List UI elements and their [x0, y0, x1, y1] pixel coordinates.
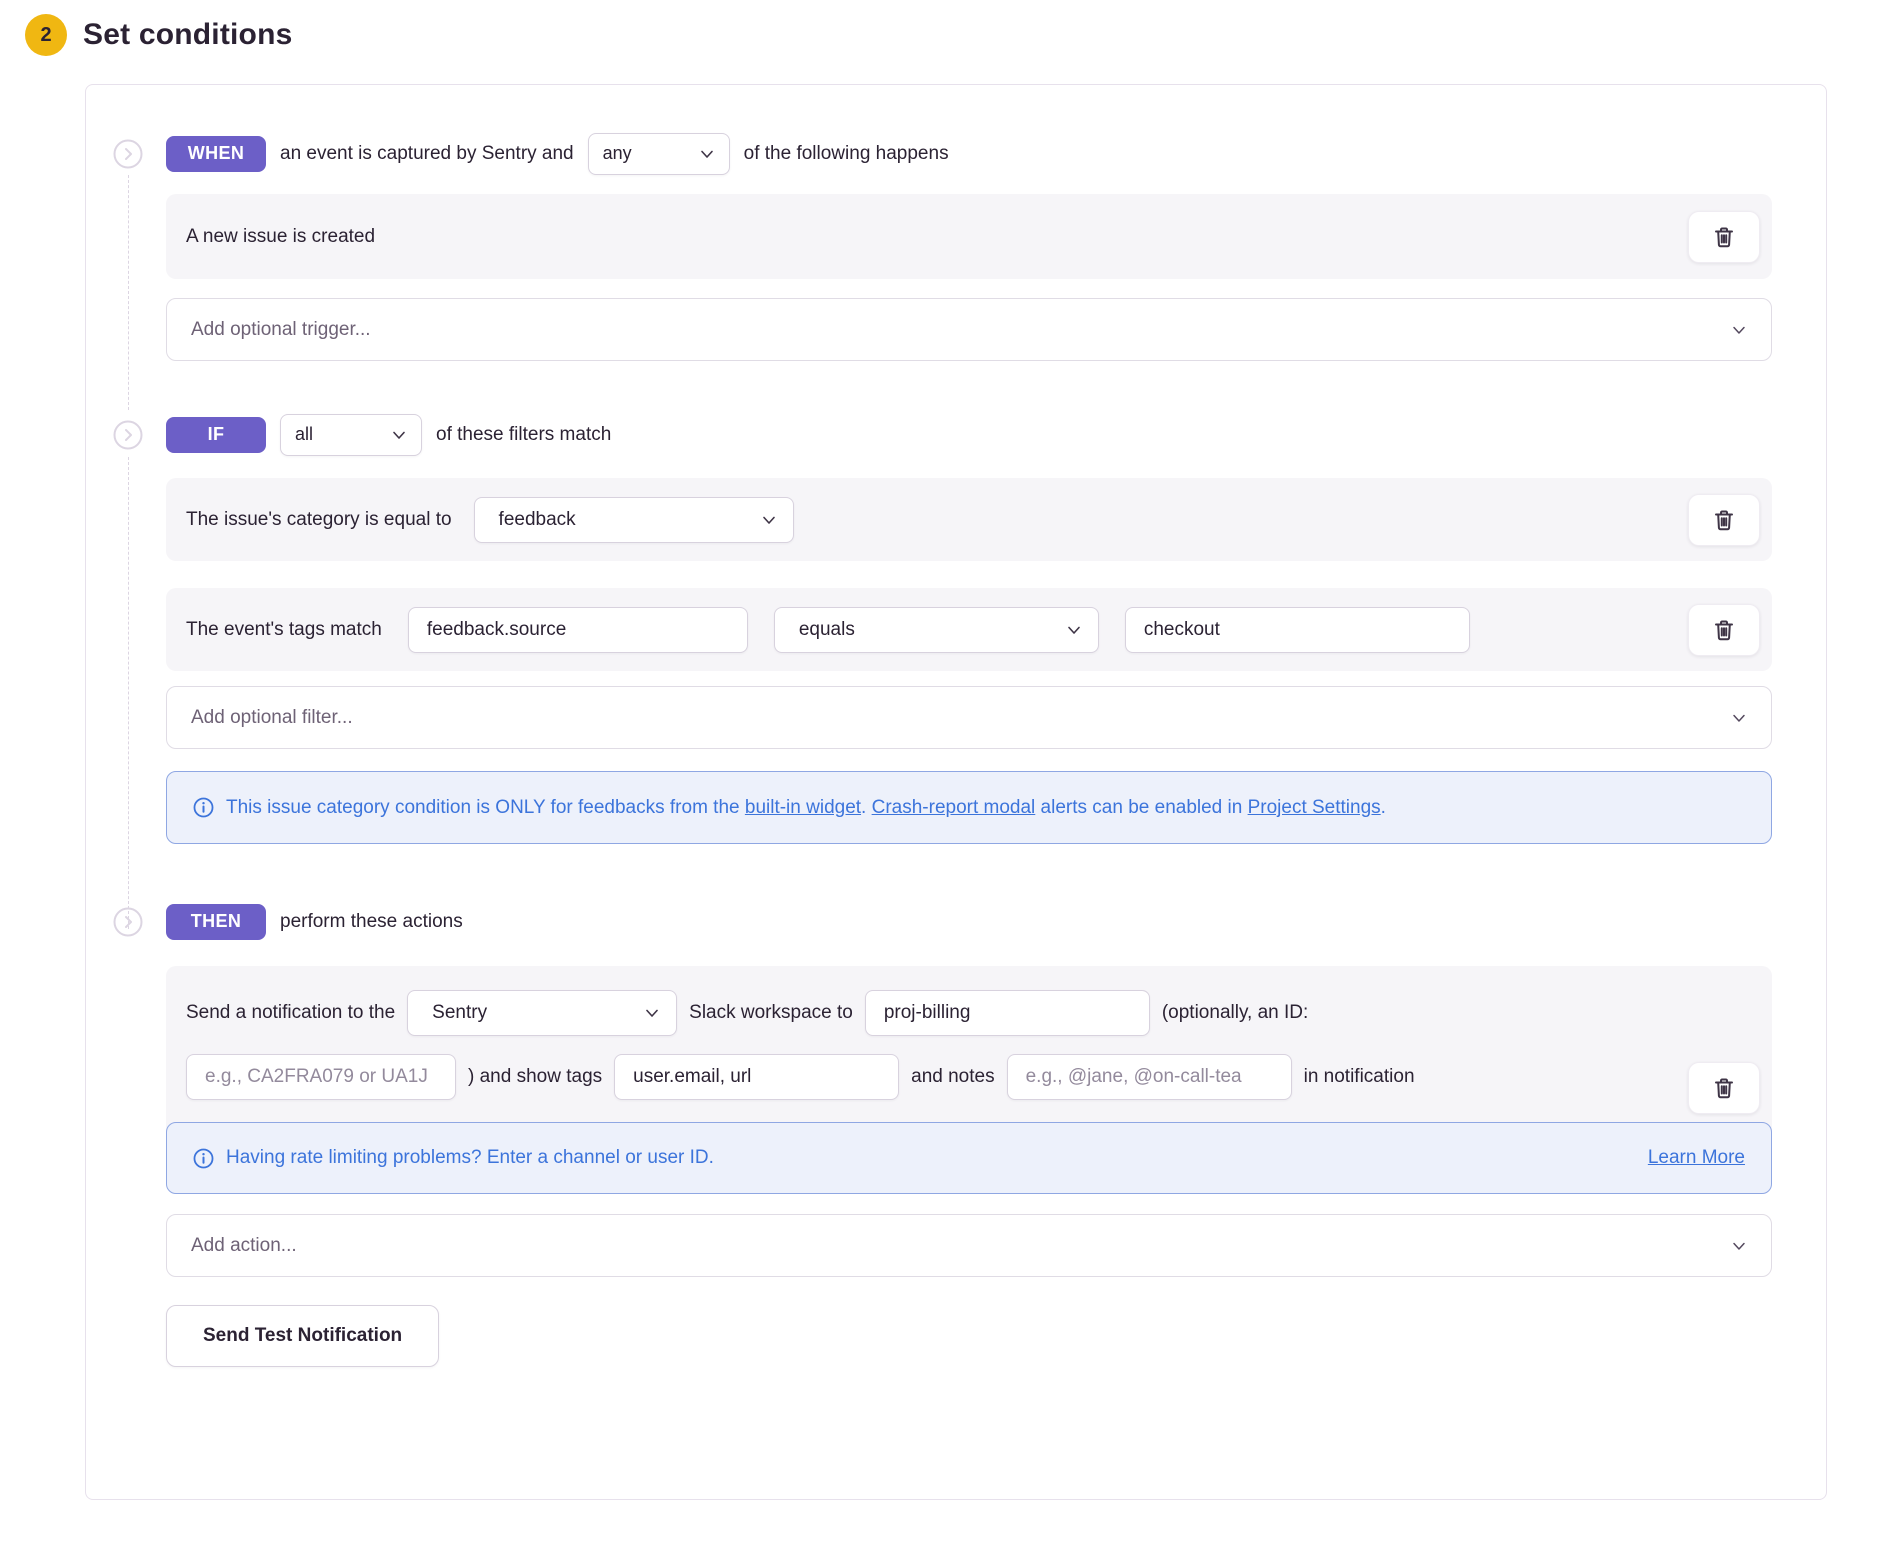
- in-notification-label: in notification: [1304, 1066, 1415, 1088]
- filter-category-label: The issue's category is equal to: [186, 509, 452, 531]
- add-filter-placeholder: Add optional filter...: [191, 707, 353, 729]
- when-step-header: WHEN an event is captured by Sentry and …: [166, 135, 1772, 172]
- if-match-select-value: all: [295, 424, 313, 445]
- page-header: 2 Set conditions: [0, 0, 1888, 56]
- alert-text-segment: .: [861, 797, 872, 818]
- chevron-down-icon: [644, 1005, 660, 1021]
- learn-more-link[interactable]: Learn More: [1648, 1147, 1745, 1169]
- info-icon: [193, 797, 214, 818]
- when-badge: WHEN: [166, 136, 266, 172]
- alert-text-segment: This issue category condition is ONLY fo…: [226, 797, 745, 818]
- chevron-right-circle-icon: [113, 420, 143, 450]
- filter-category-row: The issue's category is equal to feedbac…: [166, 478, 1772, 561]
- add-action-placeholder: Add action...: [191, 1235, 297, 1257]
- alert-text-segment: alerts can be enabled in: [1035, 797, 1247, 818]
- alert-text-segment: .: [1381, 797, 1386, 818]
- integration-select[interactable]: Sentry: [407, 990, 677, 1036]
- send-notification-label: Send a notification to the: [186, 1002, 395, 1024]
- delete-filter-button[interactable]: [1688, 494, 1760, 546]
- tag-match-select-value: equals: [799, 619, 855, 641]
- chevron-right-circle-icon: [113, 907, 143, 937]
- trash-icon: [1712, 1076, 1736, 1100]
- channel-id-input[interactable]: [186, 1054, 456, 1100]
- when-condition-label: A new issue is created: [186, 226, 375, 248]
- chevron-down-icon: [1731, 1238, 1747, 1254]
- delete-action-button[interactable]: [1688, 1062, 1760, 1114]
- tags-input[interactable]: [614, 1054, 899, 1100]
- tag-key-input[interactable]: [408, 607, 748, 653]
- step-number-badge: 2: [25, 14, 67, 56]
- feedback-category-info-alert: This issue category condition is ONLY fo…: [166, 771, 1772, 844]
- tag-match-select[interactable]: equals: [774, 607, 1099, 653]
- chevron-down-icon: [1731, 710, 1747, 726]
- if-match-select[interactable]: all: [280, 414, 422, 456]
- chevron-down-icon: [699, 146, 715, 162]
- built-in-widget-link[interactable]: built-in widget: [745, 797, 861, 818]
- trash-icon: [1712, 225, 1736, 249]
- then-text-after: perform these actions: [280, 911, 463, 933]
- send-test-notification-button[interactable]: Send Test Notification: [166, 1305, 439, 1367]
- notes-input[interactable]: [1007, 1054, 1292, 1100]
- add-optional-filter-row[interactable]: Add optional filter...: [166, 686, 1772, 749]
- when-text-after: of the following happens: [744, 143, 949, 165]
- add-action-row[interactable]: Add action...: [166, 1214, 1772, 1277]
- when-condition-row: A new issue is created: [166, 194, 1772, 279]
- rate-limit-text: Having rate limiting problems? Enter a c…: [226, 1147, 714, 1169]
- if-badge: IF: [166, 417, 266, 453]
- info-icon: [193, 1148, 214, 1169]
- step-connector-line: [128, 175, 129, 410]
- integration-select-value: Sentry: [432, 1002, 487, 1024]
- alert-text: This issue category condition is ONLY fo…: [226, 791, 1386, 824]
- category-select[interactable]: feedback: [474, 497, 794, 543]
- slack-action-row: Send a notification to the Sentry Slack …: [166, 966, 1772, 1194]
- when-match-select-value: any: [603, 143, 632, 164]
- project-settings-link[interactable]: Project Settings: [1248, 797, 1381, 818]
- delete-filter-button[interactable]: [1688, 604, 1760, 656]
- trash-icon: [1712, 508, 1736, 532]
- delete-condition-button[interactable]: [1688, 211, 1760, 263]
- show-tags-label: ) and show tags: [468, 1066, 602, 1088]
- page-title: Set conditions: [83, 18, 292, 52]
- then-badge: THEN: [166, 904, 266, 940]
- if-step-header: IF all of these filters match: [166, 416, 1772, 453]
- add-optional-trigger-row[interactable]: Add optional trigger...: [166, 298, 1772, 361]
- crash-report-modal-link[interactable]: Crash-report modal: [872, 797, 1036, 818]
- chevron-down-icon: [391, 427, 407, 443]
- notes-label: and notes: [911, 1066, 994, 1088]
- filter-tags-label: The event's tags match: [186, 619, 382, 641]
- chevron-down-icon: [1066, 622, 1082, 638]
- conditions-card: WHEN an event is captured by Sentry and …: [85, 84, 1827, 1500]
- optional-id-label: (optionally, an ID:: [1162, 1002, 1308, 1024]
- when-text-before: an event is captured by Sentry and: [280, 143, 574, 165]
- then-step-header: THEN perform these actions: [166, 903, 1772, 940]
- filter-tags-row: The event's tags match equals: [166, 588, 1772, 671]
- chevron-down-icon: [1731, 322, 1747, 338]
- chevron-down-icon: [761, 512, 777, 528]
- step-connector-line: [128, 457, 129, 929]
- tag-value-input[interactable]: [1125, 607, 1470, 653]
- add-trigger-placeholder: Add optional trigger...: [191, 319, 371, 341]
- channel-input[interactable]: [865, 990, 1150, 1036]
- category-select-value: feedback: [499, 509, 576, 531]
- when-match-select[interactable]: any: [588, 133, 730, 175]
- chevron-right-circle-icon: [113, 139, 143, 169]
- trash-icon: [1712, 618, 1736, 642]
- slack-action-config: Send a notification to the Sentry Slack …: [186, 990, 1426, 1100]
- rate-limit-info-alert: Having rate limiting problems? Enter a c…: [166, 1122, 1772, 1194]
- if-text-after: of these filters match: [436, 424, 611, 446]
- workspace-label: Slack workspace to: [689, 1002, 853, 1024]
